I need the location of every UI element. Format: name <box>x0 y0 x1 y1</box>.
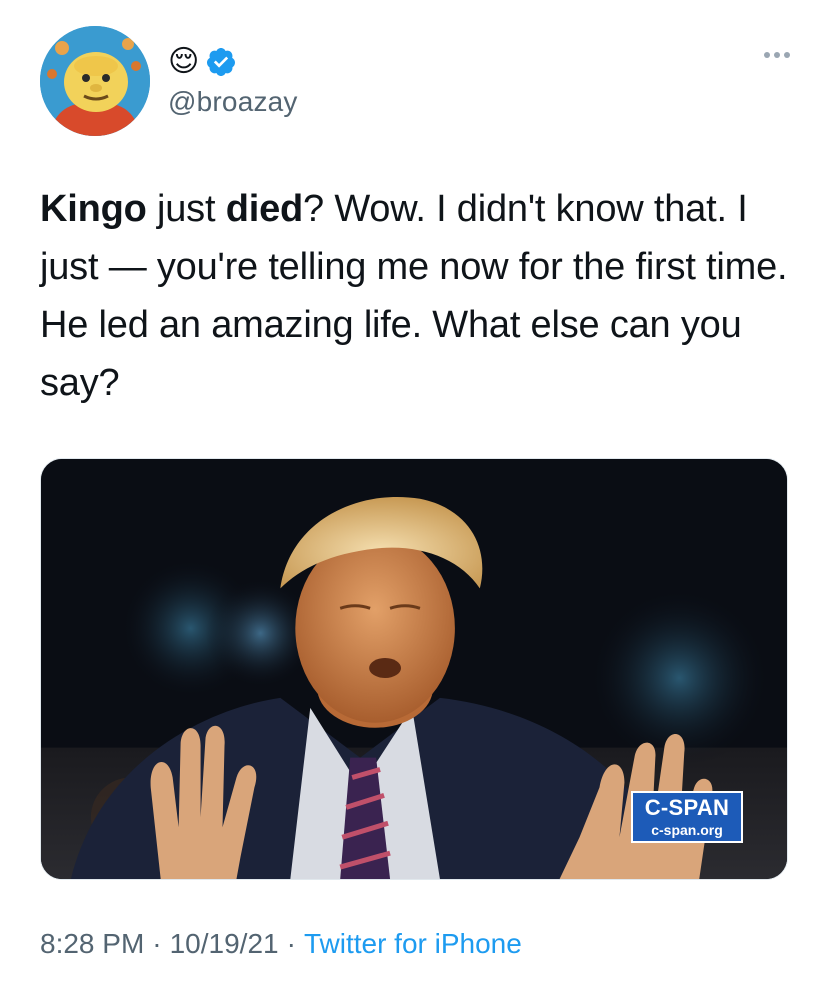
tweet-media-video[interactable]: C-SPAN c-span.org <box>40 458 788 880</box>
name-row: 😌 <box>168 44 237 80</box>
author-avatar[interactable] <box>40 26 150 136</box>
tweet-text-segment: Kingo <box>40 188 147 230</box>
more-dot <box>774 52 780 58</box>
cartoon-avatar-icon <box>40 26 150 136</box>
cspan-site: c-span.org <box>651 822 723 838</box>
tweet-header: 😌 @broazay <box>40 26 790 136</box>
tweet-text-segment: just <box>146 188 226 230</box>
meta-separator: · <box>286 928 296 959</box>
tweet-meta: 8:28 PM · 10/19/21 · Twitter for iPhone <box>40 928 522 960</box>
tweet-text-segment: died <box>225 188 304 230</box>
more-dot <box>764 52 770 58</box>
verified-badge-icon <box>207 48 236 76</box>
more-dot <box>784 52 790 58</box>
cspan-brand: C-SPAN <box>644 795 730 820</box>
author-handle[interactable]: @broazay <box>168 86 298 118</box>
tweet-time[interactable]: 8:28 PM <box>40 928 144 960</box>
tweet-text: Kingo just died? Wow. I didn't know that… <box>40 180 800 412</box>
cspan-watermark: C-SPAN c-span.org <box>631 791 743 843</box>
display-name-emoji[interactable]: 😌 <box>168 44 199 80</box>
more-options-icon[interactable] <box>764 52 790 58</box>
tweet-date[interactable]: 10/19/21 <box>170 928 279 960</box>
meta-separator: · <box>152 928 162 959</box>
tweet-source-link[interactable]: Twitter for iPhone <box>304 928 522 960</box>
